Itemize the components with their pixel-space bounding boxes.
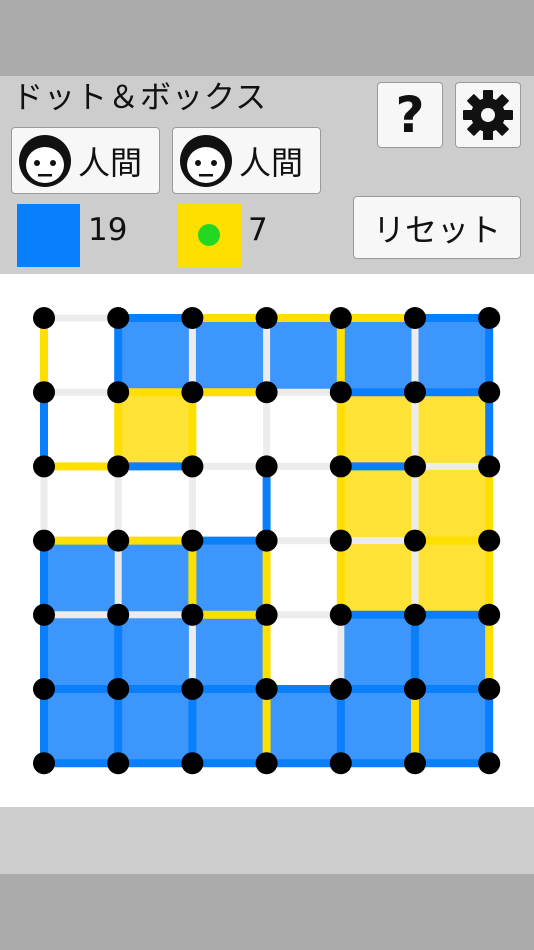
box-cell — [340, 392, 415, 467]
grid-dot — [478, 455, 501, 478]
grid-dot — [329, 752, 352, 775]
grid-dot — [181, 603, 204, 626]
grid-dot — [181, 678, 204, 700]
box-cell — [192, 689, 267, 764]
grid-dot — [181, 381, 204, 404]
box-cell — [340, 540, 415, 615]
grid-dot — [33, 307, 55, 329]
grid-dot — [33, 603, 55, 626]
grid-dot — [478, 678, 501, 700]
board-grid — [33, 307, 501, 775]
player2-label: 人間 — [239, 143, 304, 182]
grid-dot — [181, 529, 204, 552]
player1-type-button[interactable]: 人間 — [11, 127, 160, 194]
box-cell — [266, 318, 341, 393]
human-face-icon — [19, 134, 71, 187]
box-cell — [118, 689, 193, 764]
grid-dot — [107, 307, 130, 329]
box-cell — [415, 540, 490, 615]
grid-dot — [478, 752, 501, 775]
human-face-icon — [180, 134, 232, 187]
current-turn-indicator — [198, 224, 220, 246]
grid-dot — [255, 381, 278, 404]
grid-dot — [329, 529, 352, 552]
box-cell — [340, 318, 415, 393]
grid-dot — [255, 307, 278, 329]
player2-color-swatch — [178, 204, 241, 267]
help-button[interactable]: ? — [377, 82, 443, 148]
player1-label: 人間 — [78, 143, 143, 182]
grid-dot — [181, 752, 204, 775]
player1-color-swatch — [17, 204, 80, 267]
grid-dot — [33, 381, 55, 404]
box-cell — [415, 466, 490, 541]
grid-dot — [255, 678, 278, 700]
box-cell — [118, 614, 193, 689]
box-cell — [44, 689, 119, 764]
box-cell — [340, 466, 415, 541]
reset-button[interactable]: リセット — [353, 196, 521, 259]
grid-dot — [329, 455, 352, 478]
grid-dot — [33, 455, 55, 478]
gear-icon — [463, 90, 513, 140]
box-cell — [340, 689, 415, 764]
grid-dot — [478, 381, 501, 404]
grid-dot — [404, 307, 426, 329]
grid-dot — [255, 455, 278, 478]
game-board — [0, 274, 534, 807]
box-cell — [340, 614, 415, 689]
box-cell — [44, 540, 119, 615]
box-cell — [192, 540, 267, 615]
grid-dot — [329, 307, 352, 329]
grid-dot — [404, 752, 426, 775]
box-cell — [118, 540, 193, 615]
grid-dot — [404, 381, 426, 404]
grid-dot — [181, 455, 204, 478]
grid-dot — [255, 529, 278, 552]
grid-dot — [181, 307, 204, 329]
grid-dot — [107, 603, 130, 626]
box-cell — [415, 392, 490, 467]
grid-dot — [107, 678, 130, 700]
grid-dot — [107, 529, 130, 552]
grid-dot — [404, 603, 426, 626]
grid-dot — [404, 529, 426, 552]
box-cell — [44, 614, 119, 689]
player2-score: 7 — [248, 212, 268, 248]
box-cell — [118, 318, 193, 393]
grid-dot — [404, 455, 426, 478]
settings-button[interactable] — [455, 82, 521, 148]
grid-dot — [107, 381, 130, 404]
top-bar — [0, 0, 534, 76]
grid-dot — [329, 678, 352, 700]
grid-dot — [107, 455, 130, 478]
grid-dot — [478, 529, 501, 552]
grid-dot — [478, 307, 501, 329]
player1-score: 19 — [88, 212, 128, 248]
grid-dot — [329, 381, 352, 404]
player2-type-button[interactable]: 人間 — [172, 127, 321, 194]
grid-dot — [478, 603, 501, 626]
app-title: ドット＆ボックス — [12, 80, 268, 116]
grid-dot — [255, 603, 278, 626]
box-cell — [192, 614, 267, 689]
box-cell — [415, 689, 490, 764]
grid-dot — [33, 752, 55, 775]
box-cell — [118, 392, 193, 467]
box-cell — [266, 689, 341, 764]
grid-dot — [329, 603, 352, 626]
grid-dot — [255, 752, 278, 775]
box-cell — [415, 614, 490, 689]
grid-dot — [33, 678, 55, 700]
box-cell — [415, 318, 490, 393]
grid-dot — [33, 529, 55, 552]
box-cell — [192, 318, 267, 393]
grid-dot — [404, 678, 426, 700]
grid-dot — [107, 752, 130, 775]
bottom-bar — [0, 807, 534, 874]
